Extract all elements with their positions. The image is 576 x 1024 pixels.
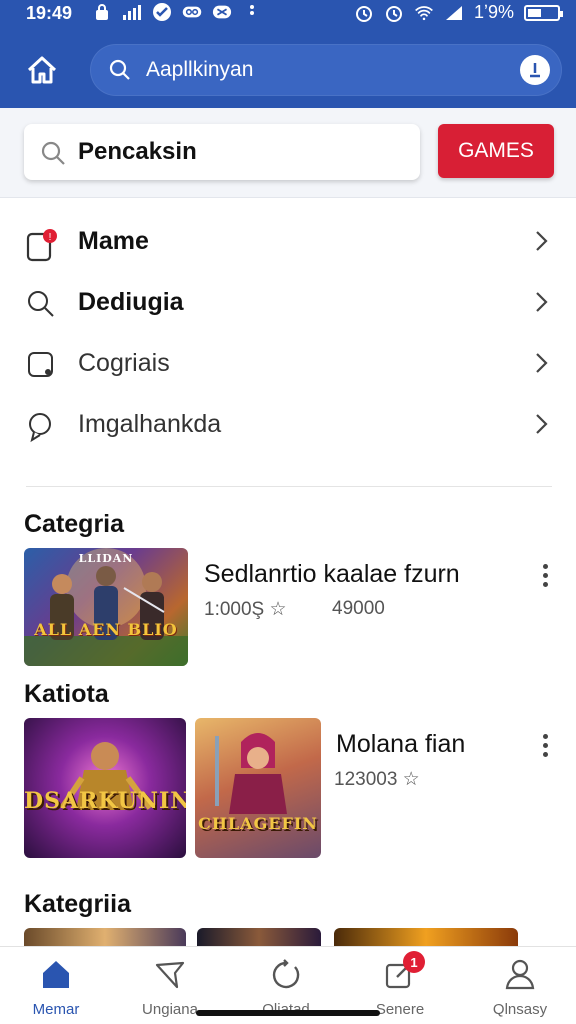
item-title[interactable]: Sedlanrtio kaalae fzurn	[204, 560, 460, 589]
notification-badge: 1	[403, 951, 425, 973]
svg-text:!: !	[49, 232, 52, 243]
home-indicator[interactable]	[196, 1010, 380, 1016]
refresh-icon	[269, 957, 303, 991]
user-icon	[503, 957, 537, 991]
alarm-icon	[354, 3, 374, 23]
phone-notification-icon: !	[26, 228, 57, 262]
signal-bars-icon	[122, 2, 142, 22]
game-thumbnail[interactable]: LLIDAN ALL AEN BLIO	[24, 548, 188, 666]
link-badge-icon	[182, 2, 202, 22]
game-thumbnail-3[interactable]	[334, 928, 518, 948]
thumb-text: CHLAGEFIN	[198, 814, 318, 833]
search-icon	[108, 58, 132, 87]
chevron-right-icon	[534, 230, 548, 257]
more-options-icon[interactable]	[543, 564, 549, 591]
home-icon	[39, 957, 73, 991]
nav-item-ungiana[interactable]: Ungiana	[122, 957, 218, 1018]
edit-icon: 1	[383, 951, 425, 991]
tag-icon	[153, 957, 187, 991]
more-options-icon[interactable]	[543, 734, 549, 761]
menu-item-imgalhankda[interactable]: Imgalhankda	[0, 393, 576, 454]
nav-item-oliatad[interactable]: Oliatad	[238, 957, 334, 1018]
item-rating: 123003 ☆	[334, 769, 420, 790]
check-circle-icon	[152, 2, 172, 22]
lock-notification-icon	[92, 2, 112, 22]
battery-icon	[524, 4, 563, 21]
game-thumbnail[interactable]: DSARKUNIN	[24, 718, 186, 858]
address-bar[interactable]: Aapllkinyan	[90, 44, 562, 96]
battery-percent: 1ʼ9%	[473, 2, 514, 22]
address-text: Aapllkinyan	[146, 58, 254, 81]
menu-item-label: Dediugia	[78, 288, 184, 316]
nav-item-qlnsasy[interactable]: Qlnsasy	[472, 957, 568, 1018]
thumb-text: ALL AEN BLIO	[34, 620, 178, 639]
chevron-right-icon	[534, 352, 548, 379]
game-thumbnail-2[interactable]: CHLAGEFIN	[195, 718, 321, 858]
item-rating: 1:000Ş ☆	[204, 599, 287, 620]
item-title[interactable]: Molana fian	[336, 730, 465, 759]
section-title: Katiota	[24, 680, 109, 708]
chevron-right-icon	[534, 291, 548, 318]
cell-signal-icon	[444, 3, 464, 23]
wifi-icon	[414, 3, 434, 23]
info-icon[interactable]	[520, 55, 550, 85]
shuffle-badge-icon	[212, 2, 232, 22]
thumb-text: DSARKUNIN	[24, 788, 186, 814]
games-button[interactable]: GAMES	[438, 124, 554, 178]
search-input[interactable]: Pencaksin	[24, 124, 420, 180]
status-bar: 19:49 1ʼ9%	[0, 0, 576, 28]
section-title: Kategriia	[24, 890, 131, 918]
search-card: Pencaksin GAMES	[0, 108, 576, 198]
game-thumbnail-2[interactable]	[197, 928, 321, 948]
menu-item-mame[interactable]: ! Mame	[0, 210, 576, 271]
item-count: 49000	[332, 598, 385, 619]
game-art-image	[215, 733, 287, 814]
nav-item-memar[interactable]: Memar	[8, 957, 104, 1018]
alarm-icon-2	[384, 3, 404, 23]
menu-item-label: Mame	[78, 227, 149, 255]
chevron-right-icon	[534, 413, 548, 440]
nav-label: Qlnsasy	[492, 1001, 548, 1018]
top-bar: 19:49 1ʼ9% Aapllkinyan	[0, 0, 576, 108]
menu-list: ! Mame Dediugia Cogriais Imgalhankda	[0, 210, 576, 454]
status-time: 19:49	[26, 3, 73, 23]
menu-item-dediugia[interactable]: Dediugia	[0, 271, 576, 332]
more-dot-icon	[242, 2, 262, 22]
thumb-top-text: LLIDAN	[78, 552, 134, 565]
divider	[26, 486, 552, 487]
square-icon	[26, 350, 54, 378]
menu-item-label: Imgalhankda	[78, 410, 222, 438]
menu-item-cogriais[interactable]: Cogriais	[0, 332, 576, 393]
home-icon	[27, 56, 57, 84]
home-button[interactable]	[22, 50, 62, 90]
chat-bubble-icon	[26, 411, 54, 443]
search-icon	[40, 140, 66, 171]
game-thumbnail[interactable]	[24, 928, 186, 948]
section-title: Categria	[24, 510, 125, 538]
menu-item-label: Cogriais	[78, 349, 170, 377]
search-input-value: Pencaksin	[78, 138, 197, 165]
nav-label: Memar	[32, 1001, 80, 1018]
search-icon	[26, 289, 54, 317]
game-art-image	[24, 548, 188, 666]
nav-item-senere[interactable]: 1 Senere	[352, 951, 448, 1018]
